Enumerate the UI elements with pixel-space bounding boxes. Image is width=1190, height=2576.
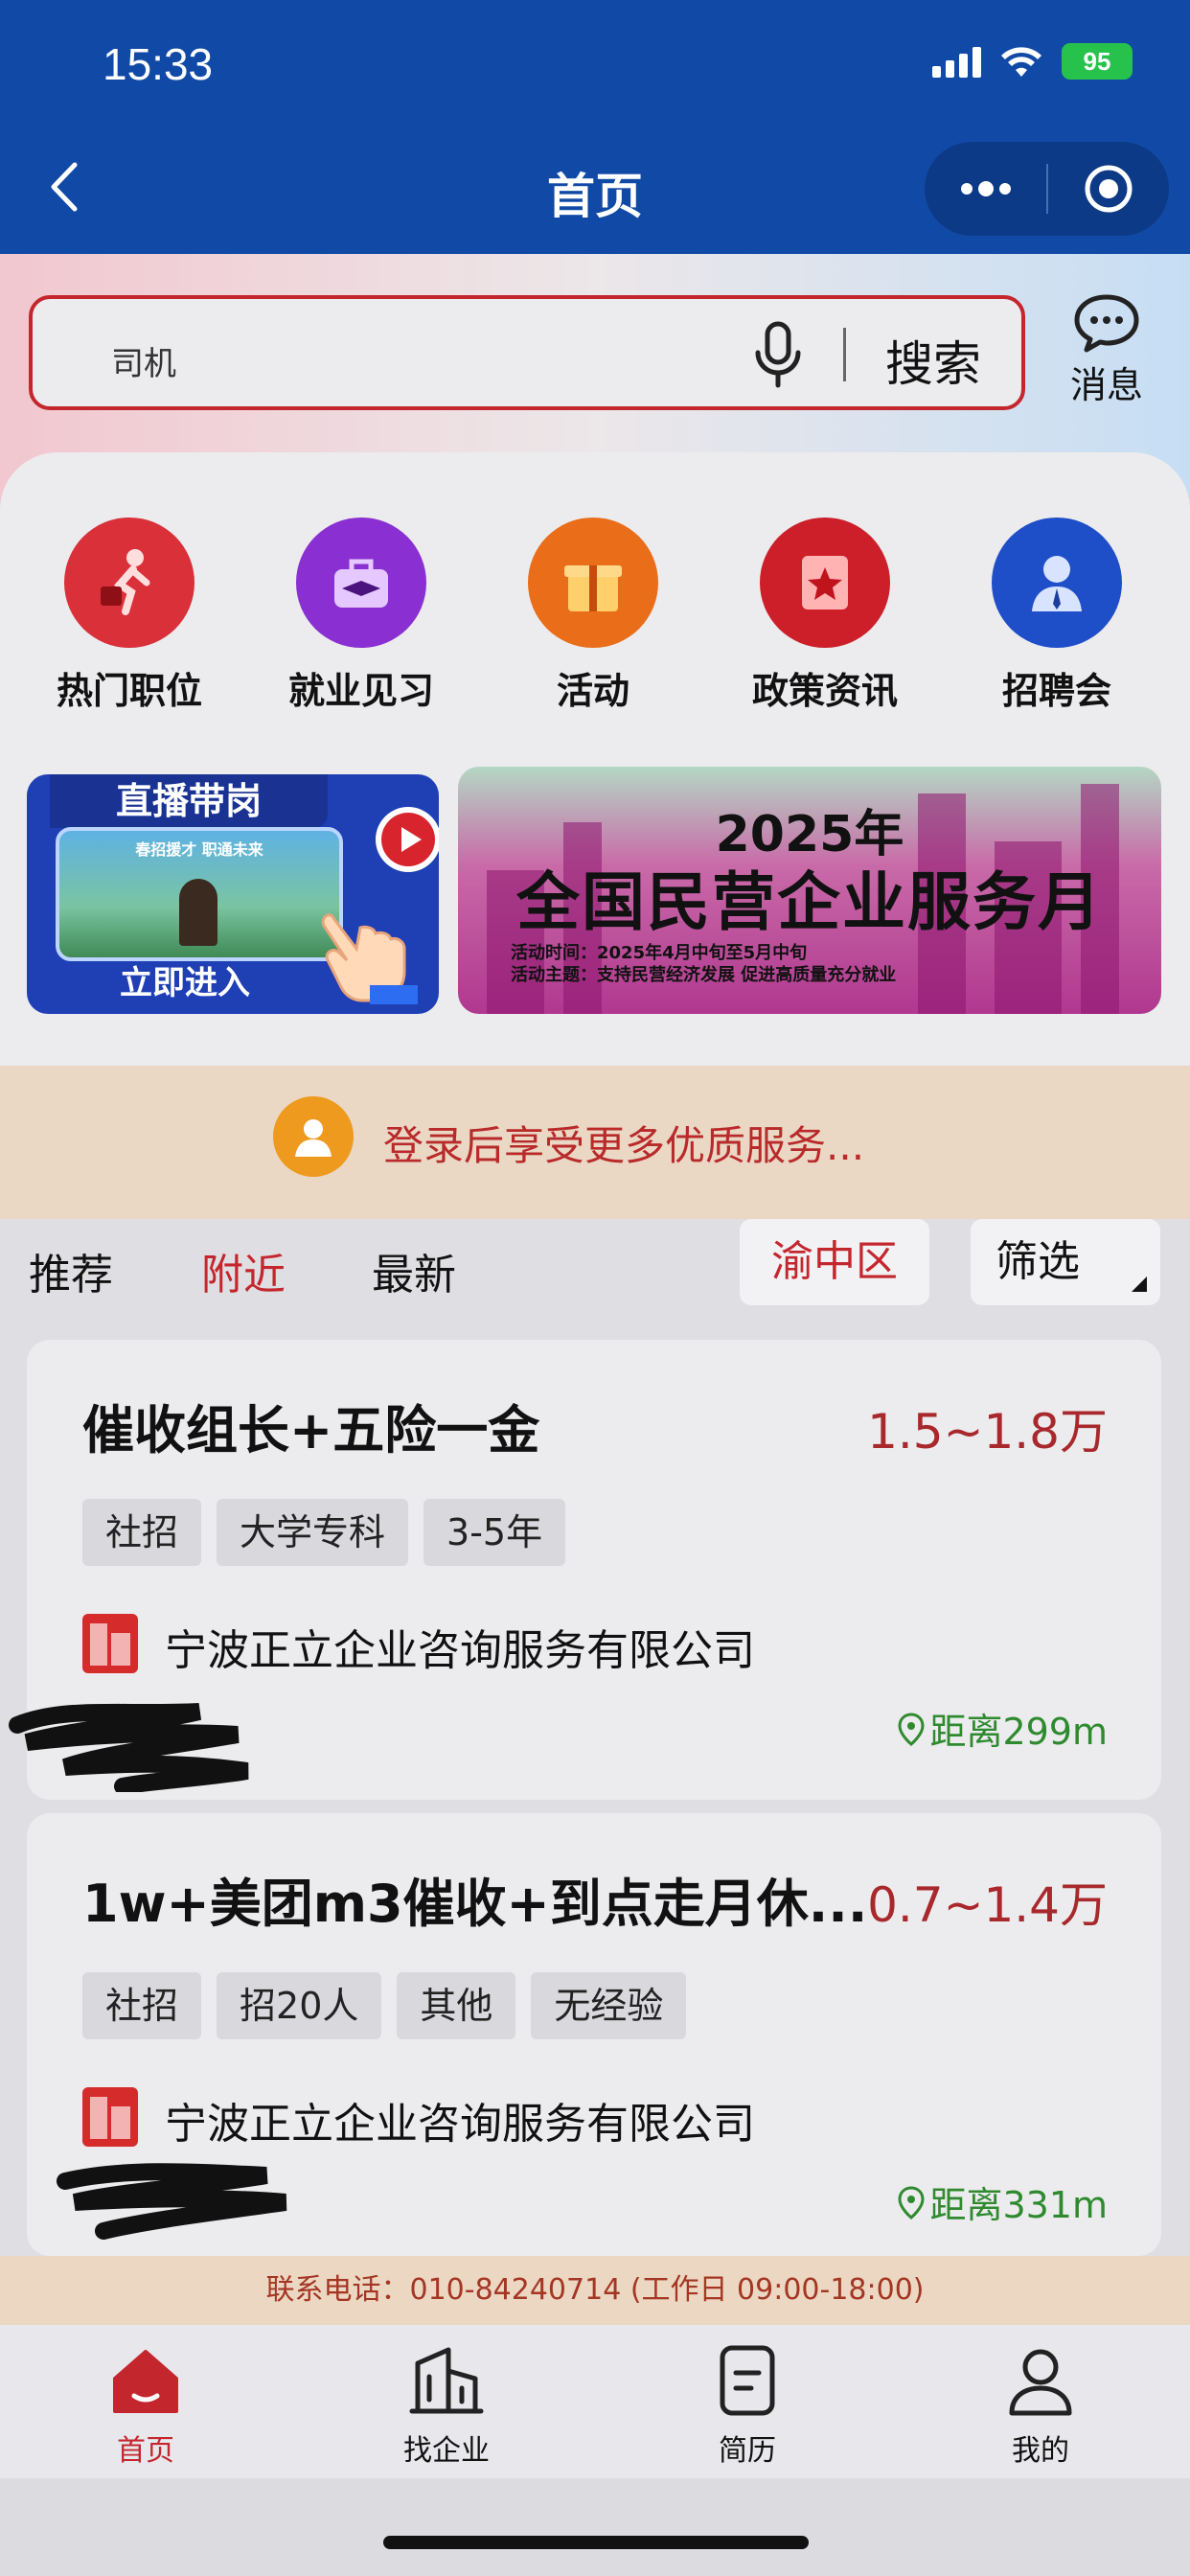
category-policy[interactable]: 政策资讯	[734, 518, 916, 714]
category-internship[interactable]: 就业见习	[270, 518, 452, 714]
safe-area	[0, 2478, 1190, 2576]
nav-home[interactable]: 首页	[50, 2342, 241, 2469]
message-label: 消息	[1069, 364, 1143, 406]
search-box[interactable]: 司机 搜索	[29, 295, 1025, 410]
status-time: 15:33	[103, 39, 214, 89]
search-divider	[843, 328, 846, 381]
category-job-fair[interactable]: 招聘会	[966, 518, 1148, 714]
job-distance: 距离299m	[897, 1702, 1108, 1755]
nav-find-company[interactable]: 找企业	[351, 2342, 542, 2469]
interview-person-icon	[992, 518, 1122, 648]
nav-label: 我的	[1012, 2434, 1069, 2468]
live-banner-title: 直播带岗	[50, 774, 328, 828]
tab-latest[interactable]: 最新	[372, 1240, 456, 1301]
live-screen-image: 春招援才 职通未来	[56, 827, 343, 961]
user-avatar-icon	[273, 1096, 354, 1177]
search-input[interactable]: 司机	[111, 337, 176, 384]
job-tag: 其他	[397, 1972, 516, 2039]
distance-text: 距离299m	[929, 1711, 1108, 1753]
chat-bubble-icon	[1074, 294, 1139, 353]
month-banner-title: 全国民营企业服务月	[516, 865, 1103, 939]
district-selector[interactable]: 渝中区	[740, 1219, 929, 1305]
job-tags: 社招 大学专科 3-5年	[82, 1499, 566, 1566]
category-label: 热门职位	[56, 670, 202, 712]
message-button[interactable]: 消息	[1064, 292, 1150, 408]
category-hot-jobs[interactable]: 热门职位	[38, 518, 220, 714]
job-tag: 3-5年	[423, 1499, 566, 1566]
job-tag: 招20人	[217, 1972, 382, 2039]
bottom-tab-bar: 首页 找企业 简历 我的	[0, 2325, 1190, 2478]
battery-level: 95	[1083, 46, 1111, 76]
month-banner-theme: 活动主题：支持民营经济发展 促进高质量充分就业	[511, 965, 897, 985]
more-button[interactable]	[925, 142, 1046, 236]
host-figure	[179, 879, 217, 946]
job-card[interactable]: 催收组长+五险一金 1.5~1.8万 社招 大学专科 3-5年 宁波正立企业咨询…	[9, 1340, 1161, 1800]
job-tag: 社招	[82, 1499, 202, 1566]
live-screen-text: 春招援才 职通未来	[135, 840, 263, 859]
wifi-icon	[1001, 47, 1041, 77]
user-icon	[1009, 2349, 1072, 2416]
status-icons: 95	[932, 43, 1133, 80]
job-salary: 1.5~1.8万	[867, 1404, 1108, 1460]
more-dots-icon	[960, 181, 1011, 196]
search-button[interactable]: 搜索	[885, 326, 981, 395]
microphone-icon[interactable]	[749, 320, 807, 389]
job-distance: 距离331m	[897, 2175, 1108, 2228]
nav-label: 简历	[719, 2434, 776, 2468]
star-document-icon	[760, 518, 890, 648]
job-tag: 社招	[82, 1972, 202, 2039]
category-label: 政策资讯	[751, 670, 898, 712]
distance-text: 距离331m	[929, 2184, 1108, 2226]
company-name: 宁波正立企业咨询服务有限公司	[165, 1626, 755, 1675]
company-logo-icon	[82, 2087, 138, 2147]
graduation-bag-icon	[296, 518, 426, 648]
redaction-scribble	[57, 2163, 287, 2240]
job-title: 1w+美团m3催收+到点走月休...	[82, 1874, 868, 1934]
resume-icon	[720, 2345, 775, 2416]
redaction-scribble	[9, 1703, 249, 1792]
close-capsule-button[interactable]	[1048, 142, 1169, 236]
login-prompt-text[interactable]: 登录后享受更多优质服务...	[383, 1114, 864, 1172]
location-pin-icon	[898, 1712, 925, 1746]
gift-icon	[528, 518, 658, 648]
nav-label: 首页	[117, 2434, 174, 2468]
category-activity[interactable]: 活动	[502, 518, 684, 714]
battery-icon: 95	[1062, 43, 1133, 80]
mini-program-capsule	[925, 142, 1169, 236]
category-label: 就业见习	[287, 670, 434, 712]
nav-resume[interactable]: 简历	[652, 2342, 843, 2469]
category-label: 活动	[556, 670, 629, 712]
live-recruit-banner[interactable]: 直播带岗 春招援才 职通未来 立即进入	[27, 774, 439, 1014]
job-card[interactable]: 1w+美团m3催收+到点走月休... 0.7~1.4万 社招 招20人 其他 无…	[27, 1813, 1161, 2256]
contact-phone-bar[interactable]: 联系电话：010-84240714 (工作日 09:00-18:00)	[0, 2256, 1190, 2325]
job-tag: 大学专科	[217, 1499, 409, 1566]
enterprise-month-banner[interactable]: 2025年 全国民营企业服务月 活动时间：2025年4月中旬至5月中旬 活动主题…	[458, 767, 1161, 1014]
corner-triangle-icon	[1132, 1276, 1147, 1292]
job-tag: 无经验	[531, 1972, 687, 2039]
home-icon	[113, 2350, 178, 2413]
top-bar: 15:33 95 首页	[0, 0, 1190, 254]
enter-live-button[interactable]: 立即进入	[27, 956, 343, 1003]
nav-label: 找企业	[403, 2434, 490, 2468]
company-logo-icon	[82, 1614, 138, 1673]
nav-mine[interactable]: 我的	[945, 2342, 1136, 2469]
category-label: 招聘会	[1001, 670, 1111, 712]
company-name: 宁波正立企业咨询服务有限公司	[165, 2100, 755, 2149]
job-salary: 0.7~1.4万	[867, 1877, 1108, 1933]
filter-label: 筛选	[995, 1237, 1080, 1286]
tab-nearby[interactable]: 附近	[201, 1240, 286, 1301]
home-indicator[interactable]	[383, 2536, 809, 2549]
job-title: 催收组长+五险一金	[82, 1400, 540, 1460]
filter-button[interactable]: 筛选	[971, 1219, 1160, 1305]
target-circle-icon	[1085, 165, 1133, 213]
play-icon	[376, 807, 439, 872]
running-person-icon	[64, 518, 195, 648]
building-icon	[409, 2347, 484, 2414]
tab-recommend[interactable]: 推荐	[29, 1240, 113, 1301]
job-tags: 社招 招20人 其他 无经验	[82, 1972, 687, 2039]
location-pin-icon	[898, 2185, 925, 2220]
signal-icon	[932, 45, 981, 78]
